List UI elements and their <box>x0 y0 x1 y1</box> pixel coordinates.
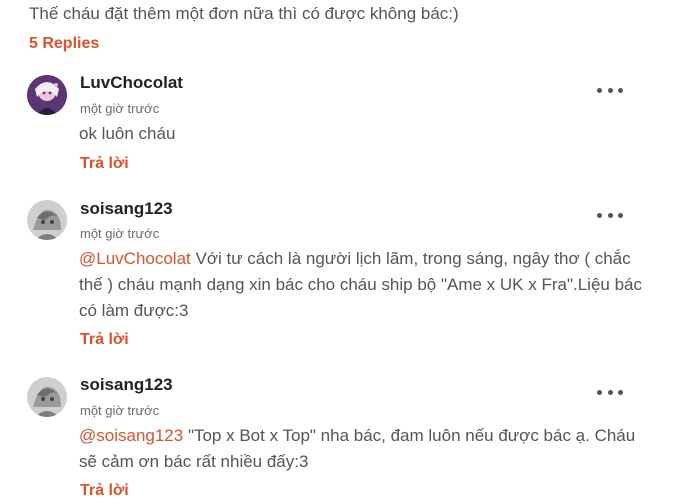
more-options-icon[interactable] <box>597 83 623 97</box>
comment-username[interactable]: soisang123 <box>80 199 173 219</box>
replies-toggle[interactable]: 5 Replies <box>29 35 99 53</box>
parent-comment-text: Thế cháu đặt thêm một đơn nữa thì có đượ… <box>29 4 459 23</box>
comment-body: @LuvChocolat Với tư cách là người lịch l… <box>79 246 649 324</box>
comment-timestamp: một giờ trước <box>80 226 160 241</box>
mention-link[interactable]: @LuvChocolat <box>79 249 191 268</box>
avatar[interactable] <box>27 75 67 115</box>
comment-username[interactable]: LuvChocolat <box>80 73 183 93</box>
avatar[interactable] <box>27 200 67 240</box>
reply-button[interactable]: Trả lời <box>80 155 129 173</box>
reply-button[interactable]: Trả lời <box>80 331 129 349</box>
comment-text: ok luôn cháu <box>79 124 176 143</box>
more-options-icon[interactable] <box>597 208 623 222</box>
mention-link[interactable]: @soisang123 <box>79 426 183 445</box>
comment-username[interactable]: soisang123 <box>80 375 173 395</box>
comment-body: @soisang123 "Top x Bot x Top" nha bác, đ… <box>79 423 649 475</box>
comment-timestamp: một giờ trước <box>80 101 160 116</box>
comment-body: ok luôn cháu <box>79 121 649 147</box>
more-options-icon[interactable] <box>597 385 623 399</box>
reply-button[interactable]: Trả lời <box>80 482 129 500</box>
avatar[interactable] <box>27 377 67 417</box>
comment-timestamp: một giờ trước <box>80 403 160 418</box>
